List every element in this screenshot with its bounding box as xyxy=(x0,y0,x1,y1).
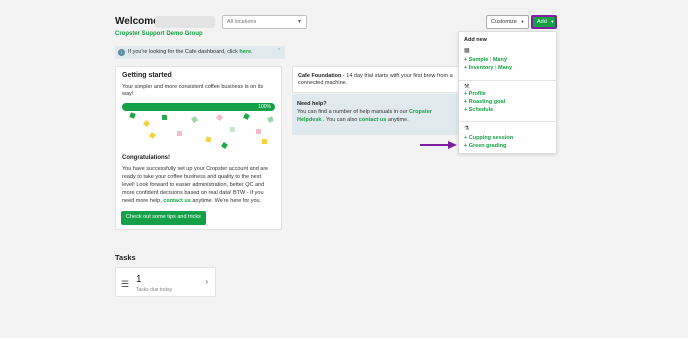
customize-label: Customize xyxy=(491,19,517,25)
getting-started-card: Getting started Your simpler and more co… xyxy=(115,66,282,230)
help-text-2: . You can also xyxy=(323,117,358,123)
tasks-count: 1 xyxy=(136,274,142,285)
getting-started-title: Getting started xyxy=(122,72,172,79)
progress-label: 100% xyxy=(258,104,271,110)
info-icon: i xyxy=(118,49,125,56)
add-dropdown-menu: Add new ▦ + Sample | Many + Inventory | … xyxy=(458,31,558,155)
help-text-3: anytime. xyxy=(387,117,409,123)
help-panel: Need help? You can find a number of help… xyxy=(292,94,460,135)
congrats-title: Congratulations! xyxy=(122,155,170,161)
add-menu-header: Add new xyxy=(464,37,487,43)
customize-button[interactable]: Customize ▼ xyxy=(486,15,529,29)
locations-placeholder: All locations xyxy=(227,19,257,25)
confetti-piece xyxy=(243,113,250,120)
tasks-due-label: Tasks due today xyxy=(136,287,173,293)
confetti-piece xyxy=(177,131,182,136)
add-sample-many[interactable]: Many xyxy=(493,57,507,63)
pointer-arrow-icon xyxy=(420,141,457,149)
chevron-down-icon: ▼ xyxy=(297,19,302,25)
tips-button[interactable]: Check out some tips and tricks xyxy=(121,211,206,225)
add-sample-item[interactable]: + Sample | Many xyxy=(464,57,507,63)
add-menu-section-inventory: ▦ + Sample | Many + Inventory | Many xyxy=(459,46,558,81)
confetti-piece xyxy=(230,127,235,132)
notice-suffix: . xyxy=(251,49,253,55)
confetti-piece xyxy=(191,116,198,123)
tasks-heading: Tasks xyxy=(115,253,136,262)
confetti-piece xyxy=(205,136,212,143)
confetti-piece xyxy=(149,132,156,139)
list-icon: ☰ xyxy=(121,279,130,289)
notice-text: If you're looking for the Cafe dashboard… xyxy=(128,49,238,55)
add-button[interactable]: Add ▼ xyxy=(531,15,557,29)
tasks-card[interactable]: ☰ 1 Tasks due today › xyxy=(115,267,216,297)
locations-select[interactable]: All locations ▼ xyxy=(222,15,307,29)
notice-link[interactable]: here xyxy=(239,49,251,55)
confetti-piece xyxy=(221,142,228,149)
add-label: Add xyxy=(537,19,547,25)
add-inventory-many[interactable]: Many xyxy=(498,65,512,71)
chevron-down-icon: ▼ xyxy=(520,19,525,24)
add-inventory-label[interactable]: + Inventory xyxy=(464,65,494,71)
confetti-piece xyxy=(162,115,167,120)
contact-us-link[interactable]: contact us xyxy=(163,198,191,204)
group-link[interactable]: Cropster Support Demo Group xyxy=(115,31,203,37)
help-text-1: You can find a number of help manuals in… xyxy=(297,109,408,115)
add-sample-label[interactable]: + Sample xyxy=(464,57,488,63)
help-body: You can find a number of help manuals in… xyxy=(297,108,455,124)
add-menu-section-roast: ⚒ + Profile + Roasting goal + Schedule xyxy=(459,81,558,122)
confetti-piece xyxy=(267,116,274,123)
cafe-notice: i If you're looking for the Cafe dashboa… xyxy=(115,46,285,59)
progress-bar: 100% xyxy=(122,103,275,111)
confetti-piece xyxy=(129,112,136,119)
add-roasting-goal-item[interactable]: + Roasting goal xyxy=(464,99,505,105)
add-green-grading-item[interactable]: + Green grading xyxy=(464,143,506,149)
help-title: Need help? xyxy=(297,101,327,107)
cupping-icon: ⚗ xyxy=(464,126,470,132)
confetti-piece xyxy=(142,119,151,128)
foundation-name: Cafe Foundation xyxy=(298,73,342,79)
confetti-piece xyxy=(262,139,267,144)
confetti-piece xyxy=(215,113,224,122)
grid-icon: ▦ xyxy=(464,48,470,54)
add-menu-section-cupping: ⚗ + Cupping session + Green grading xyxy=(459,122,558,155)
separator: | xyxy=(495,65,497,71)
add-cupping-session-item[interactable]: + Cupping session xyxy=(464,135,513,141)
foundation-card: Cafe Foundation - 14 day trial starts wi… xyxy=(292,66,460,93)
separator: | xyxy=(489,57,492,63)
confetti-piece xyxy=(256,129,261,134)
chevron-right-icon: › xyxy=(205,277,208,286)
roast-icon: ⚒ xyxy=(464,84,470,90)
getting-started-subtitle: Your simpler and more consistent coffee … xyxy=(122,84,264,97)
congrats-body: You have successfully set up your Cropst… xyxy=(122,165,275,205)
congrats-body-2: anytime. We're here for you. xyxy=(192,198,262,204)
welcome-heading: Welcome xyxy=(115,16,159,27)
add-schedule-item[interactable]: + Schedule xyxy=(464,107,493,113)
help-contact-link[interactable]: contact us xyxy=(359,117,387,123)
add-profile-item[interactable]: + Profile xyxy=(464,91,486,97)
chevron-down-icon: ▼ xyxy=(550,19,555,24)
confetti-illustration xyxy=(122,111,275,153)
add-inventory-item[interactable]: + Inventory | Many xyxy=(464,65,512,71)
welcome-username-redacted xyxy=(155,16,215,28)
collapse-icon[interactable]: ⌃ xyxy=(277,48,281,54)
